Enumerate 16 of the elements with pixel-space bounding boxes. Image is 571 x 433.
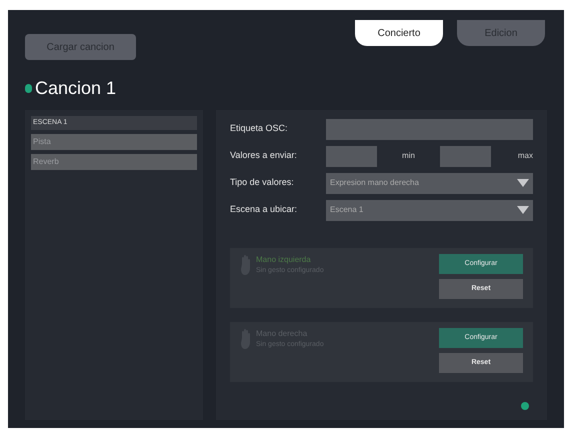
min-value-field[interactable] — [326, 146, 377, 166]
song-title: Cancion 1 — [35, 76, 116, 100]
mode-tab[interactable]: Concierto — [355, 20, 443, 46]
value-type-dropdown[interactable]: Expresion mano derecha — [326, 172, 533, 194]
dropdown-caret-icon — [517, 179, 529, 187]
osc-tag-field[interactable] — [326, 118, 533, 140]
gesture-title: Mano izquierda — [256, 254, 312, 266]
min-label: min — [401, 150, 416, 162]
field-label: Tipo de valores: — [230, 176, 295, 190]
field-label: Valores a enviar: — [230, 149, 298, 162]
field-label: Escena a ubicar: — [230, 203, 298, 216]
dropdown-caret-icon — [517, 206, 529, 214]
scene-dropdown[interactable]: Escena 1 — [326, 200, 533, 220]
max-value-field[interactable] — [440, 146, 491, 166]
field-label: Etiqueta OSC: — [230, 122, 289, 136]
max-label: max — [516, 150, 533, 162]
